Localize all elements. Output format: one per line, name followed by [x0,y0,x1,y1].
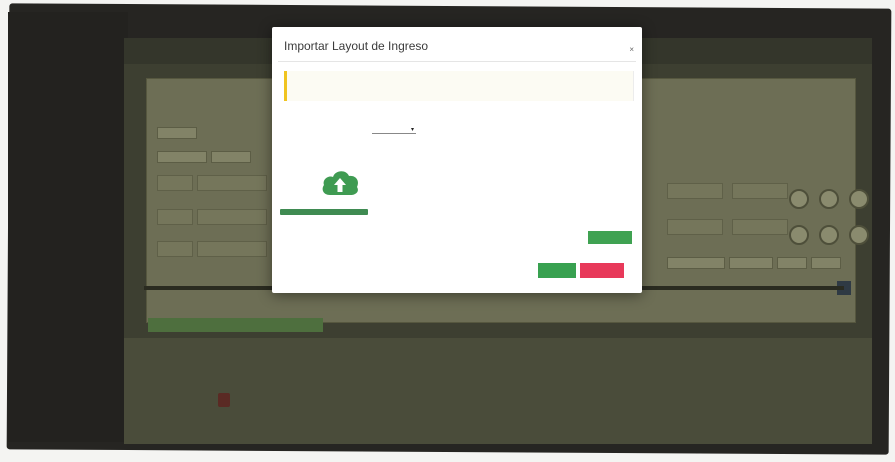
file-input-bar[interactable] [280,209,368,215]
green-progress-bar [148,318,323,332]
table-cell [157,209,193,225]
action-chip [777,257,807,269]
table-cell [197,209,267,225]
secondary-green-button[interactable] [588,231,632,244]
circle-action-icon [789,225,809,245]
import-layout-modal: Importar Layout de Ingreso × ▾ [272,27,642,293]
cloud-upload-icon[interactable] [320,165,360,199]
table-cell [157,175,193,191]
filter-chip [157,127,197,139]
close-icon[interactable]: × [629,45,634,54]
monitor-left-edge [8,12,128,442]
action-chip [667,257,725,269]
table-cell [197,175,267,191]
modal-divider [278,61,636,62]
circle-action-icon [819,189,839,209]
accept-button[interactable] [538,263,576,278]
action-chip [811,257,841,269]
table-cell [667,183,723,199]
logo-icon [218,393,230,407]
action-chip [729,257,773,269]
table-cell [732,219,788,235]
table-cell [197,241,267,257]
circle-action-icon [819,225,839,245]
warning-alert [284,71,634,101]
caret-down-icon: ▾ [411,127,415,133]
cloud-upload-svg [322,171,359,195]
app-footer [124,338,872,444]
circle-action-icon [849,189,869,209]
circle-action-icon [849,225,869,245]
layout-type-select[interactable] [372,124,416,134]
tab-chip-1 [157,151,207,163]
modal-title: Importar Layout de Ingreso [284,39,429,53]
photo-frame: Importar Layout de Ingreso × ▾ [0,0,895,462]
table-cell [157,241,193,257]
circle-action-icon [789,189,809,209]
table-cell [732,183,788,199]
table-cell [667,219,723,235]
tab-chip-2 [211,151,251,163]
cancel-button[interactable] [580,263,624,278]
